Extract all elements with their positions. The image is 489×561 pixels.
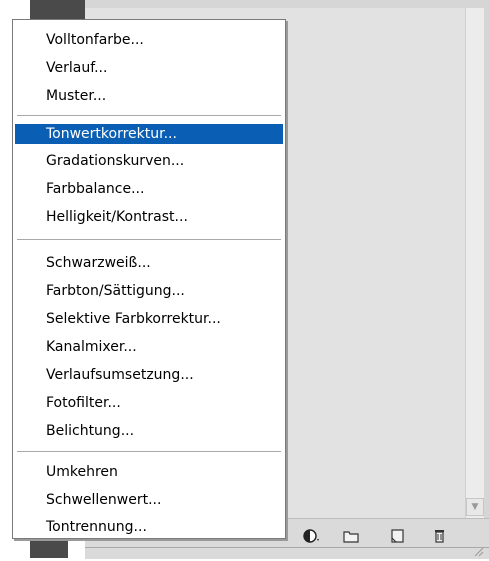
menu-item-tontrennung[interactable]: Tontrennung...	[15, 517, 283, 537]
menu-item-gradationskurven[interactable]: Gradationskurven...	[15, 151, 283, 171]
new-group-icon[interactable]	[342, 528, 360, 544]
menu-item-fotofilter[interactable]: Fotofilter...	[15, 393, 283, 413]
menu-item-farbton-saettigung[interactable]: Farbton/Sättigung...	[15, 281, 283, 301]
menu-item-kanalmixer[interactable]: Kanalmixer...	[15, 337, 283, 357]
menu-separator	[17, 239, 281, 241]
menu-separator	[17, 451, 281, 453]
menu-item-helligkeit-kontrast[interactable]: Helligkeit/Kontrast...	[15, 207, 283, 227]
menu-item-farbbalance[interactable]: Farbbalance...	[15, 179, 283, 199]
adjustment-layer-icon[interactable]	[303, 528, 321, 544]
menu-item-selektive-farbkorrektur[interactable]: Selektive Farbkorrektur...	[15, 309, 283, 329]
panel-bottom-border	[85, 547, 489, 548]
menu-item-volltonfarbe[interactable]: Volltonfarbe...	[15, 30, 283, 50]
menu-item-tonwertkorrektur[interactable]: Tonwertkorrektur...	[15, 124, 283, 144]
menu-item-verlaufsumsetzung[interactable]: Verlaufsumsetzung...	[15, 365, 283, 385]
menu-item-umkehren[interactable]: Umkehren	[15, 462, 283, 482]
trash-icon[interactable]	[431, 528, 449, 544]
adjustment-layer-menu: Volltonfarbe... Verlauf... Muster... Ton…	[12, 19, 286, 539]
scrollbar[interactable]: ▼	[465, 8, 484, 518]
menu-item-belichtung[interactable]: Belichtung...	[15, 421, 283, 441]
workspace-background-bottom	[30, 538, 68, 558]
menu-separator	[17, 115, 281, 117]
new-layer-icon[interactable]	[389, 528, 407, 544]
scroll-down-arrow-icon[interactable]: ▼	[466, 498, 484, 516]
menu-item-schwellenwert[interactable]: Schwellenwert...	[15, 490, 283, 510]
menu-item-muster[interactable]: Muster...	[15, 86, 283, 106]
menu-item-schwarzweiss[interactable]: Schwarzweiß...	[15, 253, 283, 273]
resize-grip-icon[interactable]	[472, 542, 484, 557]
menu-item-verlauf[interactable]: Verlauf...	[15, 58, 283, 78]
